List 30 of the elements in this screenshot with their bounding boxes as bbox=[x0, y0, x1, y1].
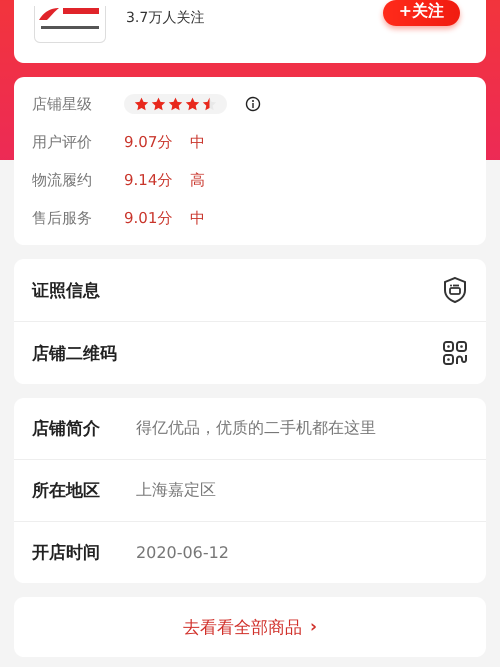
rating-label: 售后服务 bbox=[32, 208, 93, 228]
rating-label: 店铺星级 bbox=[32, 94, 93, 114]
info-label: 所在地区 bbox=[32, 480, 101, 502]
star-icon bbox=[151, 97, 166, 111]
info-value: 得亿优品，优质的二手机都在这里 bbox=[136, 418, 376, 439]
star-icon bbox=[202, 97, 217, 111]
all-goods-button[interactable]: 去看看全部商品 › bbox=[14, 597, 486, 657]
rating-score: 9.14分 bbox=[124, 170, 174, 190]
star-icon bbox=[168, 97, 183, 111]
info-value: 上海嘉定区 bbox=[136, 480, 216, 501]
link-label[interactable]: 证照信息 bbox=[32, 278, 100, 302]
rating-score: 9.07分 bbox=[124, 132, 174, 152]
link-label[interactable]: 店铺二维码 bbox=[32, 342, 117, 364]
rating-grade: 中 bbox=[190, 132, 205, 152]
rating-label: 用户评价 bbox=[32, 132, 93, 152]
info-icon[interactable] bbox=[245, 96, 261, 112]
follow-button[interactable]: +关注 bbox=[382, 0, 460, 26]
rating-label: 物流履约 bbox=[32, 170, 93, 190]
shop-logo bbox=[34, 6, 106, 43]
info-value: 2020-06-12 bbox=[136, 543, 229, 562]
info-label: 开店时间 bbox=[32, 542, 101, 564]
follower-count: 3.7万人关注 bbox=[126, 9, 204, 27]
star-icon bbox=[134, 97, 149, 111]
qr-code-icon bbox=[442, 339, 468, 367]
shield-icon bbox=[442, 276, 468, 304]
star-icon bbox=[185, 97, 200, 111]
rating-grade: 中 bbox=[190, 208, 205, 228]
rating-grade: 高 bbox=[190, 170, 205, 190]
rating-score: 9.01分 bbox=[124, 208, 174, 228]
info-label: 店铺简介 bbox=[32, 418, 101, 440]
